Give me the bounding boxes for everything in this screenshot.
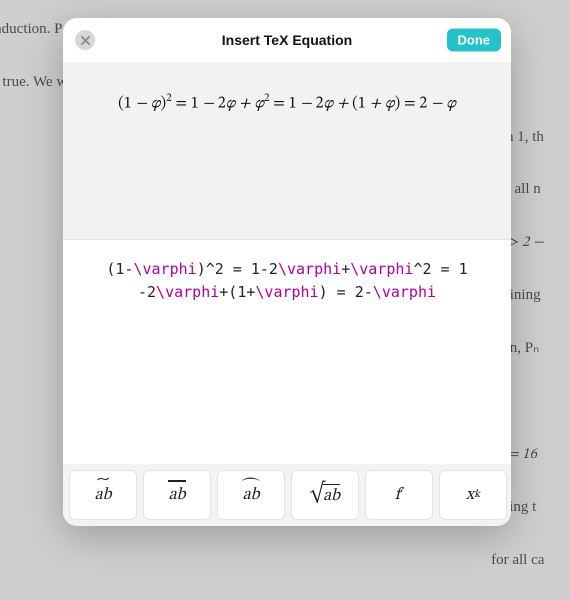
rendered-equation: (1 − φ)2 = 1 − 2φ + φ2 = 1 − 2φ + (1 + φ… [118, 91, 456, 113]
done-button[interactable]: Done [447, 29, 502, 52]
tex-source-editor[interactable]: (1-\varphi)^2 = 1-2\varphi+\varphi^2 = 1… [63, 240, 511, 464]
tex-equation-modal: Insert TeX Equation Done (1 − φ)2 = 1 − … [63, 18, 511, 526]
sqrt-icon: √ [310, 482, 325, 506]
close-icon [81, 36, 90, 45]
symbol-toolbar: ab ab ab √ab f′ xk l [63, 464, 511, 526]
modal-header: Insert TeX Equation Done [63, 18, 511, 62]
symbol-derivative[interactable]: f′ [365, 470, 433, 520]
bar-icon [168, 480, 186, 482]
close-button[interactable] [75, 30, 95, 50]
symbol-hat-accent[interactable]: ab [217, 470, 285, 520]
symbol-tilde-accent[interactable]: ab [69, 470, 137, 520]
symbol-superscript[interactable]: xk [439, 470, 507, 520]
symbol-bar-accent[interactable]: ab [143, 470, 211, 520]
equation-preview: (1 − φ)2 = 1 − 2φ + φ2 = 1 − 2φ + (1 + φ… [63, 62, 511, 240]
modal-title: Insert TeX Equation [222, 32, 352, 48]
symbol-sqrt[interactable]: √ab [291, 470, 359, 520]
